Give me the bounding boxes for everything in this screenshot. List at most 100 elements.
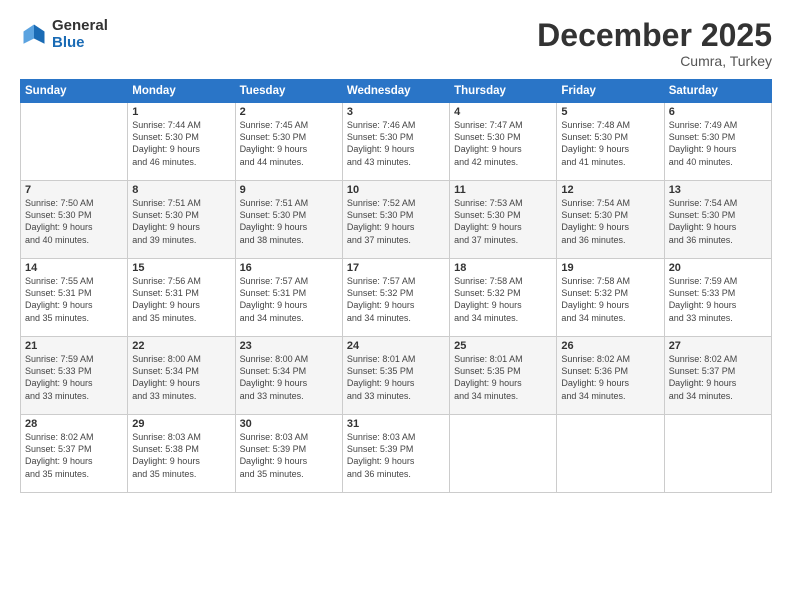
calendar-cell: 17Sunrise: 7:57 AM Sunset: 5:32 PM Dayli…	[342, 259, 449, 337]
day-number: 2	[240, 106, 338, 118]
calendar-cell: 26Sunrise: 8:02 AM Sunset: 5:36 PM Dayli…	[557, 337, 664, 415]
day-number: 31	[347, 418, 445, 430]
day-number: 1	[132, 106, 230, 118]
calendar-cell: 5Sunrise: 7:48 AM Sunset: 5:30 PM Daylig…	[557, 103, 664, 181]
calendar-cell	[21, 103, 128, 181]
title-block: December 2025 Cumra, Turkey	[537, 18, 772, 69]
logo-icon	[20, 21, 48, 49]
day-info: Sunrise: 7:53 AM Sunset: 5:30 PM Dayligh…	[454, 197, 552, 246]
calendar-cell: 7Sunrise: 7:50 AM Sunset: 5:30 PM Daylig…	[21, 181, 128, 259]
day-info: Sunrise: 8:02 AM Sunset: 5:37 PM Dayligh…	[669, 353, 767, 402]
weekday-header: Tuesday	[235, 80, 342, 103]
day-info: Sunrise: 7:48 AM Sunset: 5:30 PM Dayligh…	[561, 119, 659, 168]
calendar-cell: 22Sunrise: 8:00 AM Sunset: 5:34 PM Dayli…	[128, 337, 235, 415]
logo-general-text: General	[52, 18, 108, 35]
day-number: 6	[669, 106, 767, 118]
month-title: December 2025	[537, 18, 772, 53]
day-info: Sunrise: 8:02 AM Sunset: 5:37 PM Dayligh…	[25, 431, 123, 480]
day-number: 11	[454, 184, 552, 196]
day-number: 26	[561, 340, 659, 352]
day-info: Sunrise: 7:44 AM Sunset: 5:30 PM Dayligh…	[132, 119, 230, 168]
calendar-cell: 4Sunrise: 7:47 AM Sunset: 5:30 PM Daylig…	[450, 103, 557, 181]
calendar-cell: 27Sunrise: 8:02 AM Sunset: 5:37 PM Dayli…	[664, 337, 771, 415]
calendar-cell: 12Sunrise: 7:54 AM Sunset: 5:30 PM Dayli…	[557, 181, 664, 259]
day-info: Sunrise: 7:59 AM Sunset: 5:33 PM Dayligh…	[669, 275, 767, 324]
weekday-header: Wednesday	[342, 80, 449, 103]
weekday-header: Friday	[557, 80, 664, 103]
day-info: Sunrise: 8:01 AM Sunset: 5:35 PM Dayligh…	[454, 353, 552, 402]
calendar-cell: 28Sunrise: 8:02 AM Sunset: 5:37 PM Dayli…	[21, 415, 128, 493]
calendar-cell: 23Sunrise: 8:00 AM Sunset: 5:34 PM Dayli…	[235, 337, 342, 415]
logo: General Blue	[20, 18, 108, 51]
header-row: SundayMondayTuesdayWednesdayThursdayFrid…	[21, 80, 772, 103]
calendar-cell: 13Sunrise: 7:54 AM Sunset: 5:30 PM Dayli…	[664, 181, 771, 259]
weekday-header: Saturday	[664, 80, 771, 103]
calendar-cell: 10Sunrise: 7:52 AM Sunset: 5:30 PM Dayli…	[342, 181, 449, 259]
calendar-cell	[664, 415, 771, 493]
day-number: 25	[454, 340, 552, 352]
logo-text: General Blue	[52, 18, 108, 51]
calendar-cell	[450, 415, 557, 493]
day-info: Sunrise: 8:00 AM Sunset: 5:34 PM Dayligh…	[240, 353, 338, 402]
day-info: Sunrise: 7:51 AM Sunset: 5:30 PM Dayligh…	[240, 197, 338, 246]
day-info: Sunrise: 7:52 AM Sunset: 5:30 PM Dayligh…	[347, 197, 445, 246]
calendar-cell: 16Sunrise: 7:57 AM Sunset: 5:31 PM Dayli…	[235, 259, 342, 337]
day-number: 20	[669, 262, 767, 274]
day-info: Sunrise: 8:03 AM Sunset: 5:39 PM Dayligh…	[347, 431, 445, 480]
weekday-header: Monday	[128, 80, 235, 103]
day-number: 29	[132, 418, 230, 430]
day-number: 7	[25, 184, 123, 196]
header: General Blue December 2025 Cumra, Turkey	[20, 18, 772, 69]
day-info: Sunrise: 8:02 AM Sunset: 5:36 PM Dayligh…	[561, 353, 659, 402]
day-number: 19	[561, 262, 659, 274]
calendar-week-row: 7Sunrise: 7:50 AM Sunset: 5:30 PM Daylig…	[21, 181, 772, 259]
location-subtitle: Cumra, Turkey	[537, 53, 772, 69]
day-number: 5	[561, 106, 659, 118]
calendar-cell: 18Sunrise: 7:58 AM Sunset: 5:32 PM Dayli…	[450, 259, 557, 337]
day-info: Sunrise: 8:00 AM Sunset: 5:34 PM Dayligh…	[132, 353, 230, 402]
calendar-cell: 6Sunrise: 7:49 AM Sunset: 5:30 PM Daylig…	[664, 103, 771, 181]
logo-blue-text: Blue	[52, 35, 108, 52]
day-number: 16	[240, 262, 338, 274]
calendar-cell: 2Sunrise: 7:45 AM Sunset: 5:30 PM Daylig…	[235, 103, 342, 181]
day-info: Sunrise: 7:55 AM Sunset: 5:31 PM Dayligh…	[25, 275, 123, 324]
day-info: Sunrise: 7:47 AM Sunset: 5:30 PM Dayligh…	[454, 119, 552, 168]
day-info: Sunrise: 7:46 AM Sunset: 5:30 PM Dayligh…	[347, 119, 445, 168]
calendar-week-row: 28Sunrise: 8:02 AM Sunset: 5:37 PM Dayli…	[21, 415, 772, 493]
calendar-cell: 3Sunrise: 7:46 AM Sunset: 5:30 PM Daylig…	[342, 103, 449, 181]
calendar-cell	[557, 415, 664, 493]
day-info: Sunrise: 7:56 AM Sunset: 5:31 PM Dayligh…	[132, 275, 230, 324]
day-info: Sunrise: 7:51 AM Sunset: 5:30 PM Dayligh…	[132, 197, 230, 246]
day-info: Sunrise: 7:54 AM Sunset: 5:30 PM Dayligh…	[669, 197, 767, 246]
day-info: Sunrise: 8:03 AM Sunset: 5:39 PM Dayligh…	[240, 431, 338, 480]
day-number: 12	[561, 184, 659, 196]
calendar-page: General Blue December 2025 Cumra, Turkey…	[0, 0, 792, 612]
day-number: 14	[25, 262, 123, 274]
calendar-cell: 20Sunrise: 7:59 AM Sunset: 5:33 PM Dayli…	[664, 259, 771, 337]
calendar-cell: 14Sunrise: 7:55 AM Sunset: 5:31 PM Dayli…	[21, 259, 128, 337]
calendar-cell: 31Sunrise: 8:03 AM Sunset: 5:39 PM Dayli…	[342, 415, 449, 493]
day-info: Sunrise: 7:58 AM Sunset: 5:32 PM Dayligh…	[454, 275, 552, 324]
day-number: 15	[132, 262, 230, 274]
day-number: 23	[240, 340, 338, 352]
calendar-cell: 29Sunrise: 8:03 AM Sunset: 5:38 PM Dayli…	[128, 415, 235, 493]
calendar-cell: 30Sunrise: 8:03 AM Sunset: 5:39 PM Dayli…	[235, 415, 342, 493]
day-number: 17	[347, 262, 445, 274]
weekday-header: Thursday	[450, 80, 557, 103]
calendar-cell: 11Sunrise: 7:53 AM Sunset: 5:30 PM Dayli…	[450, 181, 557, 259]
day-number: 28	[25, 418, 123, 430]
calendar-cell: 1Sunrise: 7:44 AM Sunset: 5:30 PM Daylig…	[128, 103, 235, 181]
calendar-table: SundayMondayTuesdayWednesdayThursdayFrid…	[20, 79, 772, 493]
day-info: Sunrise: 7:54 AM Sunset: 5:30 PM Dayligh…	[561, 197, 659, 246]
day-info: Sunrise: 7:59 AM Sunset: 5:33 PM Dayligh…	[25, 353, 123, 402]
day-info: Sunrise: 7:57 AM Sunset: 5:31 PM Dayligh…	[240, 275, 338, 324]
calendar-cell: 25Sunrise: 8:01 AM Sunset: 5:35 PM Dayli…	[450, 337, 557, 415]
day-info: Sunrise: 7:49 AM Sunset: 5:30 PM Dayligh…	[669, 119, 767, 168]
day-number: 18	[454, 262, 552, 274]
day-info: Sunrise: 7:58 AM Sunset: 5:32 PM Dayligh…	[561, 275, 659, 324]
day-number: 4	[454, 106, 552, 118]
day-number: 24	[347, 340, 445, 352]
day-info: Sunrise: 7:45 AM Sunset: 5:30 PM Dayligh…	[240, 119, 338, 168]
day-number: 30	[240, 418, 338, 430]
day-number: 8	[132, 184, 230, 196]
